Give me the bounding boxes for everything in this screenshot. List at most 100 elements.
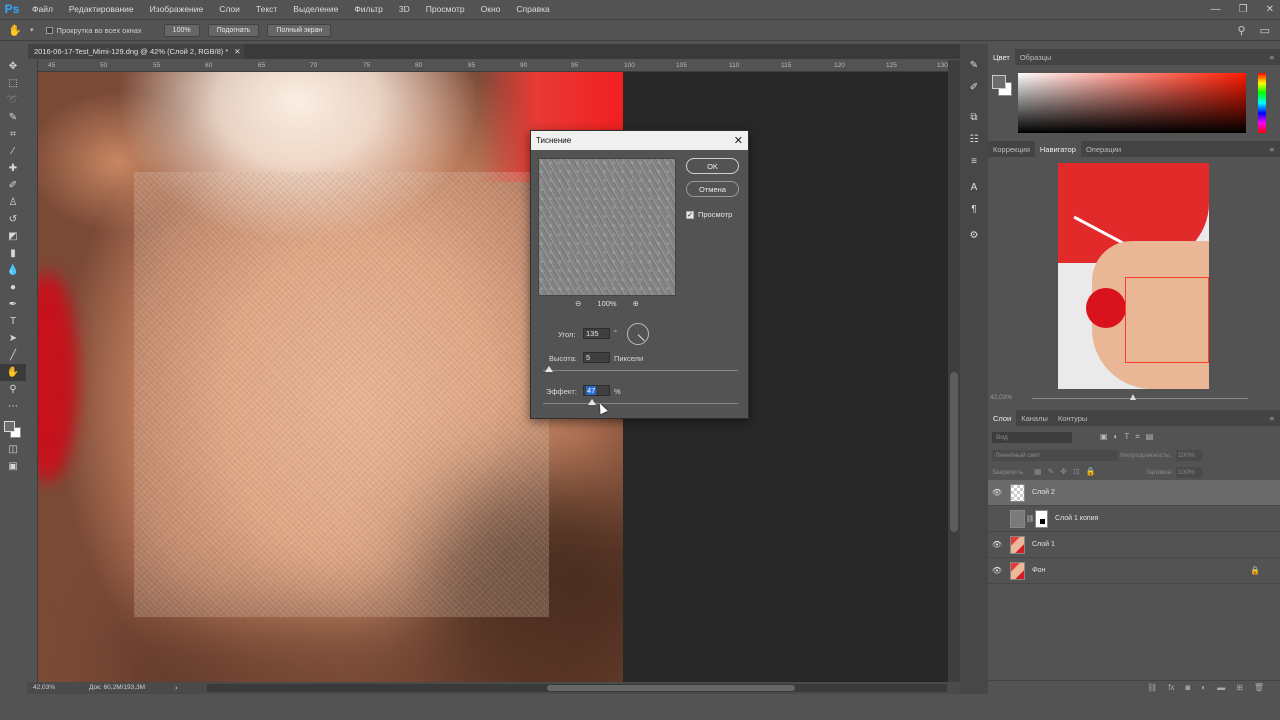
menu-view[interactable]: Просмотр — [418, 4, 473, 14]
panel-foreground-swatch[interactable] — [992, 75, 1006, 89]
height-slider[interactable] — [543, 366, 738, 372]
blur-tool-icon[interactable]: 💧 — [0, 262, 26, 279]
visibility-eye-icon[interactable]: 👁 — [988, 540, 1006, 549]
tab-actions[interactable]: Операции — [1081, 141, 1126, 157]
foreground-color-swatch[interactable] — [4, 421, 15, 432]
pen-tool-icon[interactable]: ✒ — [0, 296, 26, 313]
dodge-tool-icon[interactable]: ● — [0, 279, 26, 296]
scroll-all-windows-option[interactable]: Прокрутка во всех окнах — [45, 26, 142, 35]
quick-mask-icon[interactable]: ◫ — [0, 441, 26, 458]
visibility-eye-icon[interactable]: 👁 — [988, 488, 1006, 497]
gradient-tool-icon[interactable]: ▮ — [0, 245, 26, 262]
close-icon[interactable]: ✕ — [1266, 4, 1274, 15]
zoom-tool-icon[interactable]: ⚲ — [0, 381, 26, 398]
blend-mode-select[interactable]: Линейный свет — [992, 450, 1118, 461]
height-slider-knob[interactable] — [545, 366, 553, 372]
quick-select-tool-icon[interactable]: ✎ — [0, 109, 26, 126]
tab-layers[interactable]: Слои — [988, 410, 1017, 426]
menu-3d[interactable]: 3D — [391, 4, 418, 14]
layer-style-icon[interactable]: fx — [1168, 683, 1174, 692]
zoom-in-icon[interactable]: ⊕ — [633, 299, 639, 308]
panel-menu-icon[interactable]: ≡ — [1270, 49, 1280, 65]
healing-tool-icon[interactable]: ✚ — [0, 160, 26, 177]
opacity-input[interactable]: 100% — [1176, 450, 1202, 461]
color-spectrum-picker[interactable] — [1018, 73, 1246, 133]
history-brush-icon[interactable]: ↺ — [0, 211, 26, 228]
layer-kind-filter[interactable]: Вид — [992, 432, 1072, 443]
type-tool-icon[interactable]: T — [0, 313, 26, 330]
height-input[interactable]: 5 — [583, 352, 610, 363]
status-menu-arrow-icon[interactable]: › — [175, 683, 178, 692]
preview-checkbox-row[interactable]: ✓ Просмотр — [686, 210, 732, 219]
navigator-thumbnail[interactable] — [1058, 163, 1209, 389]
tab-navigator[interactable]: Навигатор — [1034, 141, 1081, 157]
fit-screen-button[interactable]: Подогнать — [207, 23, 260, 37]
hand-tool-icon[interactable]: ✋ — [0, 24, 30, 37]
navigator-zoom-value[interactable]: 42,03% — [990, 394, 1012, 401]
filter-preview[interactable] — [538, 158, 676, 296]
character-panel-icon[interactable]: A — [960, 176, 988, 198]
canvas-area[interactable] — [38, 72, 948, 682]
effect-slider[interactable] — [543, 399, 738, 405]
link-chain-icon[interactable]: ⛓ — [1025, 515, 1035, 523]
new-group-icon[interactable]: ▬ — [1217, 683, 1225, 692]
vertical-scroll-thumb[interactable] — [950, 372, 958, 532]
minimize-icon[interactable]: — — [1211, 4, 1221, 15]
effect-input[interactable]: 47 — [583, 385, 610, 396]
menu-image[interactable]: Изображение — [142, 4, 212, 14]
hand-tool-active-icon[interactable]: ✋ — [0, 364, 26, 381]
path-select-tool-icon[interactable]: ➤ — [0, 330, 26, 347]
layer-filter-icons[interactable]: ▣◐T⌗▤ — [1100, 432, 1159, 442]
vertical-scrollbar[interactable] — [948, 60, 960, 682]
color-swatches[interactable] — [0, 415, 26, 441]
tool-presets-icon[interactable]: ⚙ — [960, 224, 988, 246]
menu-window[interactable]: Окно — [473, 4, 509, 14]
ok-button[interactable]: OK — [686, 158, 739, 174]
tab-close-icon[interactable]: ✕ — [234, 47, 240, 56]
paragraph-panel-icon[interactable]: ¶ — [960, 198, 988, 220]
tab-channels[interactable]: Каналы — [1016, 410, 1053, 426]
scroll-all-checkbox[interactable] — [45, 26, 53, 34]
properties-icon[interactable]: ☷ — [960, 128, 988, 150]
lock-icons[interactable]: ▦✎✥⊡🔒 — [1034, 467, 1102, 476]
cancel-button[interactable]: Отмена — [686, 181, 739, 197]
zoom-readout[interactable]: 42,03% — [33, 684, 55, 691]
brush-panel-icon[interactable]: ✐ — [960, 76, 988, 98]
dropdown-chevron-icon[interactable]: ▾ — [30, 26, 34, 34]
visibility-eye-icon[interactable]: 👁 — [988, 514, 1006, 523]
menu-layers[interactable]: Слои — [211, 4, 248, 14]
line-tool-icon[interactable]: ╱ — [0, 347, 26, 364]
tab-color[interactable]: Цвет — [988, 49, 1015, 65]
link-layers-icon[interactable]: ⛓ — [1147, 683, 1157, 692]
menu-help[interactable]: Справка — [508, 4, 557, 14]
menu-select[interactable]: Выделение — [285, 4, 346, 14]
menu-edit[interactable]: Редактирование — [61, 4, 142, 14]
visibility-eye-icon[interactable]: 👁 — [988, 566, 1006, 575]
navigator-view-box[interactable] — [1125, 277, 1209, 363]
layer-row-layer1-copy[interactable]: 👁 ⛓ Слой 1 копия — [988, 506, 1280, 532]
move-tool-icon[interactable]: ✥ — [0, 58, 26, 75]
add-mask-icon[interactable]: ◙ — [1185, 683, 1190, 692]
brush-tool-icon[interactable]: ✐ — [0, 177, 26, 194]
adjust-icon[interactable]: ≡ — [960, 150, 988, 172]
eyedropper-tool-icon[interactable]: ⁄ — [0, 143, 26, 160]
menu-file[interactable]: Файл — [24, 4, 61, 14]
angle-dial[interactable] — [627, 323, 649, 345]
menu-filter[interactable]: Фильтр — [346, 4, 391, 14]
navigator-zoom-knob[interactable] — [1130, 394, 1136, 400]
fill-input[interactable]: 100% — [1176, 467, 1202, 478]
tab-adjustments[interactable]: Коррекция — [988, 141, 1035, 157]
tab-paths[interactable]: Контуры — [1053, 410, 1092, 426]
eraser-tool-icon[interactable]: ◩ — [0, 228, 26, 245]
zoom-out-icon[interactable]: ⊖ — [575, 299, 581, 308]
stamp-tool-icon[interactable]: ♙ — [0, 194, 26, 211]
screen-mode-icon[interactable]: ▣ — [0, 458, 26, 475]
layer-row-background[interactable]: 👁 Фон 🔒 — [988, 558, 1280, 584]
document-tab[interactable]: 2016-06-17-Test_Mimi-129.dng @ 42% (Слой… — [28, 44, 244, 59]
menu-type[interactable]: Текст — [248, 4, 285, 14]
effect-slider-knob[interactable] — [588, 399, 596, 405]
clone-source-icon[interactable]: ⧉ — [960, 106, 988, 128]
preview-checkbox[interactable]: ✓ — [686, 210, 694, 219]
layer-row-layer1[interactable]: 👁 Слой 1 — [988, 532, 1280, 558]
panel-menu-icon[interactable]: ≡ — [1270, 141, 1280, 157]
